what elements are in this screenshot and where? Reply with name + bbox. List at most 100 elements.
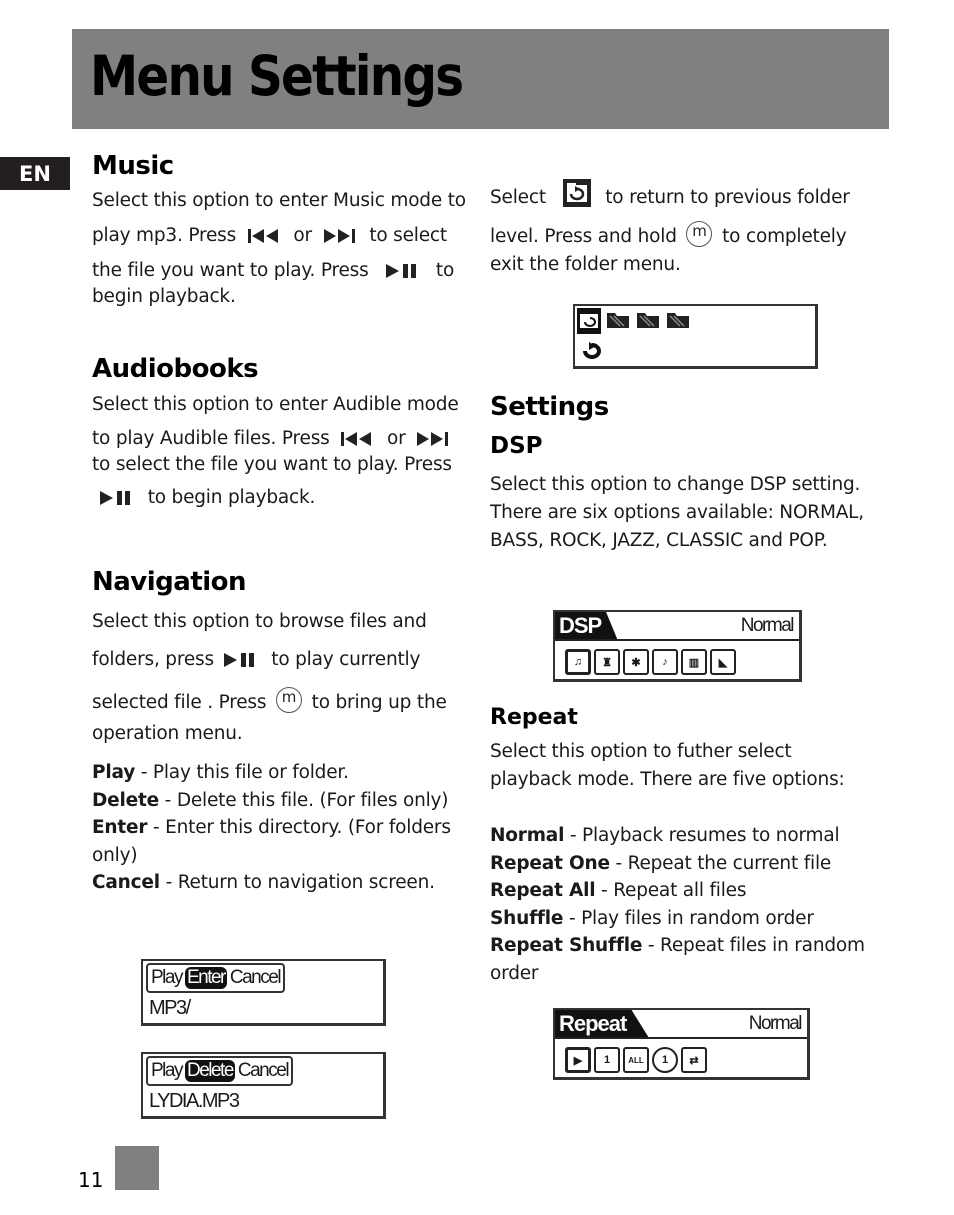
lcd-screen-enter-menu: Play Enter Cancel MP3/ bbox=[141, 959, 386, 1026]
music-text-3: the file you want to play. Press to bbox=[92, 260, 454, 281]
lcd-current-value: Normal bbox=[748, 1013, 803, 1034]
term: Normal bbox=[490, 825, 565, 846]
term: Repeat All bbox=[490, 880, 596, 901]
desc: - Enter this directory. (For folders bbox=[147, 817, 451, 838]
option-enter: Enter - Enter this directory. (For folde… bbox=[92, 814, 451, 842]
text: level. Press and hold bbox=[490, 226, 677, 247]
rock-icon: ✱ bbox=[623, 649, 649, 675]
lcd-screen-repeat: Repeat Normal ▶ 1 ALL 1 ⇄ bbox=[553, 1008, 810, 1080]
audiobooks-text-3: to select the file you want to play. Pre… bbox=[92, 454, 452, 475]
page-number: 11 bbox=[78, 1168, 104, 1192]
term: Cancel bbox=[92, 872, 160, 893]
text: Select bbox=[490, 187, 546, 208]
text: to bring up the bbox=[311, 692, 447, 713]
desc: - Playback resumes to normal bbox=[564, 825, 840, 846]
menu-item-play: Play bbox=[151, 967, 183, 988]
repeat-description: Select this option to futher select play… bbox=[490, 738, 845, 794]
dsp-heading: DSP bbox=[490, 433, 543, 459]
menu-item-cancel: Cancel bbox=[229, 967, 282, 988]
skip-back-icon bbox=[247, 228, 282, 244]
text: folders, press bbox=[92, 649, 214, 670]
desc: order bbox=[490, 962, 539, 984]
term: Repeat One bbox=[490, 852, 610, 874]
lcd-tab-repeat: Repeat bbox=[555, 1010, 649, 1037]
shuffle-icon: 1 bbox=[652, 1047, 678, 1073]
text: the file you want to play. Press bbox=[92, 260, 369, 281]
desc: - Repeat files in random bbox=[642, 935, 865, 956]
skip-forward-icon bbox=[323, 228, 358, 244]
repeat-heading: Repeat bbox=[490, 705, 578, 730]
option-play: Play - Play this file or folder. bbox=[92, 759, 451, 787]
desc: - Return to navigation screen. bbox=[159, 872, 435, 893]
navigation-text-3: selected file . Press m to bring up the bbox=[92, 687, 447, 713]
operation-menu-bar: Play Enter Cancel bbox=[146, 963, 286, 993]
term: Delete bbox=[92, 789, 159, 811]
bass-icon: ♜ bbox=[594, 649, 620, 675]
text: or bbox=[386, 428, 406, 449]
lcd-screen-folders bbox=[573, 304, 818, 369]
audiobooks-text-1: Select this option to enter Audible mode bbox=[92, 394, 459, 415]
music-text-2: play mp3. Press or to select bbox=[92, 225, 447, 246]
lcd-header: Repeat Normal bbox=[555, 1010, 807, 1039]
classic-icon: ▥ bbox=[681, 649, 707, 675]
folder-icon bbox=[635, 308, 661, 338]
audiobooks-heading: Audiobooks bbox=[92, 354, 259, 384]
desc: - Play this file or folder. bbox=[135, 762, 349, 783]
lcd-header: DSP Normal bbox=[555, 612, 799, 641]
dsp-icon-row: ♫ ♜ ✱ ♪ ▥ ◣ bbox=[565, 649, 736, 675]
folder-icon bbox=[665, 308, 691, 338]
navigation-text-1: Select this option to browse files and bbox=[92, 611, 427, 632]
repeat-options: Normal - Playback resumes to normal Repe… bbox=[490, 822, 865, 987]
lcd-current-value: Normal bbox=[740, 615, 795, 636]
lcd-screen-dsp: DSP Normal ♫ ♜ ✱ ♪ ▥ ◣ bbox=[553, 610, 802, 682]
repeat-one-icon: 1 bbox=[594, 1047, 620, 1073]
text: playback mode. There are five options: bbox=[490, 769, 845, 790]
desc: - Delete this file. (For files only) bbox=[158, 789, 449, 811]
skip-back-icon bbox=[341, 431, 375, 447]
desc: - Play files in random order bbox=[563, 907, 814, 929]
audiobooks-text-4: to begin playback. bbox=[92, 487, 315, 508]
pop-icon: ◣ bbox=[710, 649, 736, 675]
page-title: Menu Settings bbox=[90, 44, 464, 108]
dsp-description: Select this option to change DSP setting… bbox=[490, 471, 864, 555]
option-enter-cont: only) bbox=[92, 842, 451, 870]
option-repeat-all: Repeat All - Repeat all files bbox=[490, 877, 865, 905]
term: Enter bbox=[92, 817, 148, 838]
text: BASS, ROCK, JAZZ, CLASSIC and POP. bbox=[490, 530, 828, 551]
menu-item-cancel: Cancel bbox=[237, 1060, 290, 1081]
text: to play currently bbox=[271, 649, 421, 670]
play-pause-icon bbox=[100, 490, 132, 506]
lcd-file-name: MP3/ bbox=[149, 997, 191, 1019]
folder-return-text-3: exit the folder menu. bbox=[490, 254, 681, 275]
navigation-heading: Navigation bbox=[92, 567, 247, 597]
text: to select bbox=[369, 225, 447, 246]
page-marker-block bbox=[115, 1146, 159, 1190]
lcd-file-name: LYDIA.MP3 bbox=[149, 1090, 240, 1112]
normal-play-icon: ▶ bbox=[565, 1047, 591, 1073]
repeat-shuffle-icon: ⇄ bbox=[681, 1047, 707, 1073]
text: to bbox=[435, 260, 455, 281]
option-repeat-one: Repeat One - Repeat the current file bbox=[490, 850, 865, 878]
desc: - Repeat all files bbox=[595, 880, 747, 901]
text: play mp3. Press bbox=[92, 225, 237, 246]
skip-forward-icon bbox=[417, 431, 451, 447]
folder-return-text-1: Select to return to previous folder bbox=[490, 178, 850, 208]
option-cancel: Cancel - Return to navigation screen. bbox=[92, 869, 451, 897]
text: selected file . Press bbox=[92, 692, 267, 713]
folder-return-icon bbox=[562, 178, 592, 208]
operation-menu-bar: Play Delete Cancel bbox=[146, 1056, 294, 1086]
term: Play bbox=[92, 762, 136, 783]
back-arrow-icon bbox=[579, 342, 601, 364]
folder-row bbox=[577, 308, 691, 338]
text: There are six options available: NORMAL, bbox=[490, 502, 864, 523]
settings-heading: Settings bbox=[490, 392, 609, 422]
navigation-text-2: folders, press to play currently bbox=[92, 649, 420, 670]
m-button-icon: m bbox=[275, 687, 302, 713]
desc: only) bbox=[92, 844, 138, 866]
music-text-4: begin playback. bbox=[92, 286, 236, 307]
audiobooks-text-2: to play Audible files. Press or bbox=[92, 428, 457, 449]
music-heading: Music bbox=[92, 151, 174, 181]
menu-item-play: Play bbox=[151, 1060, 183, 1081]
menu-item-delete-selected: Delete bbox=[184, 1060, 235, 1082]
folder-return-icon bbox=[577, 308, 601, 338]
